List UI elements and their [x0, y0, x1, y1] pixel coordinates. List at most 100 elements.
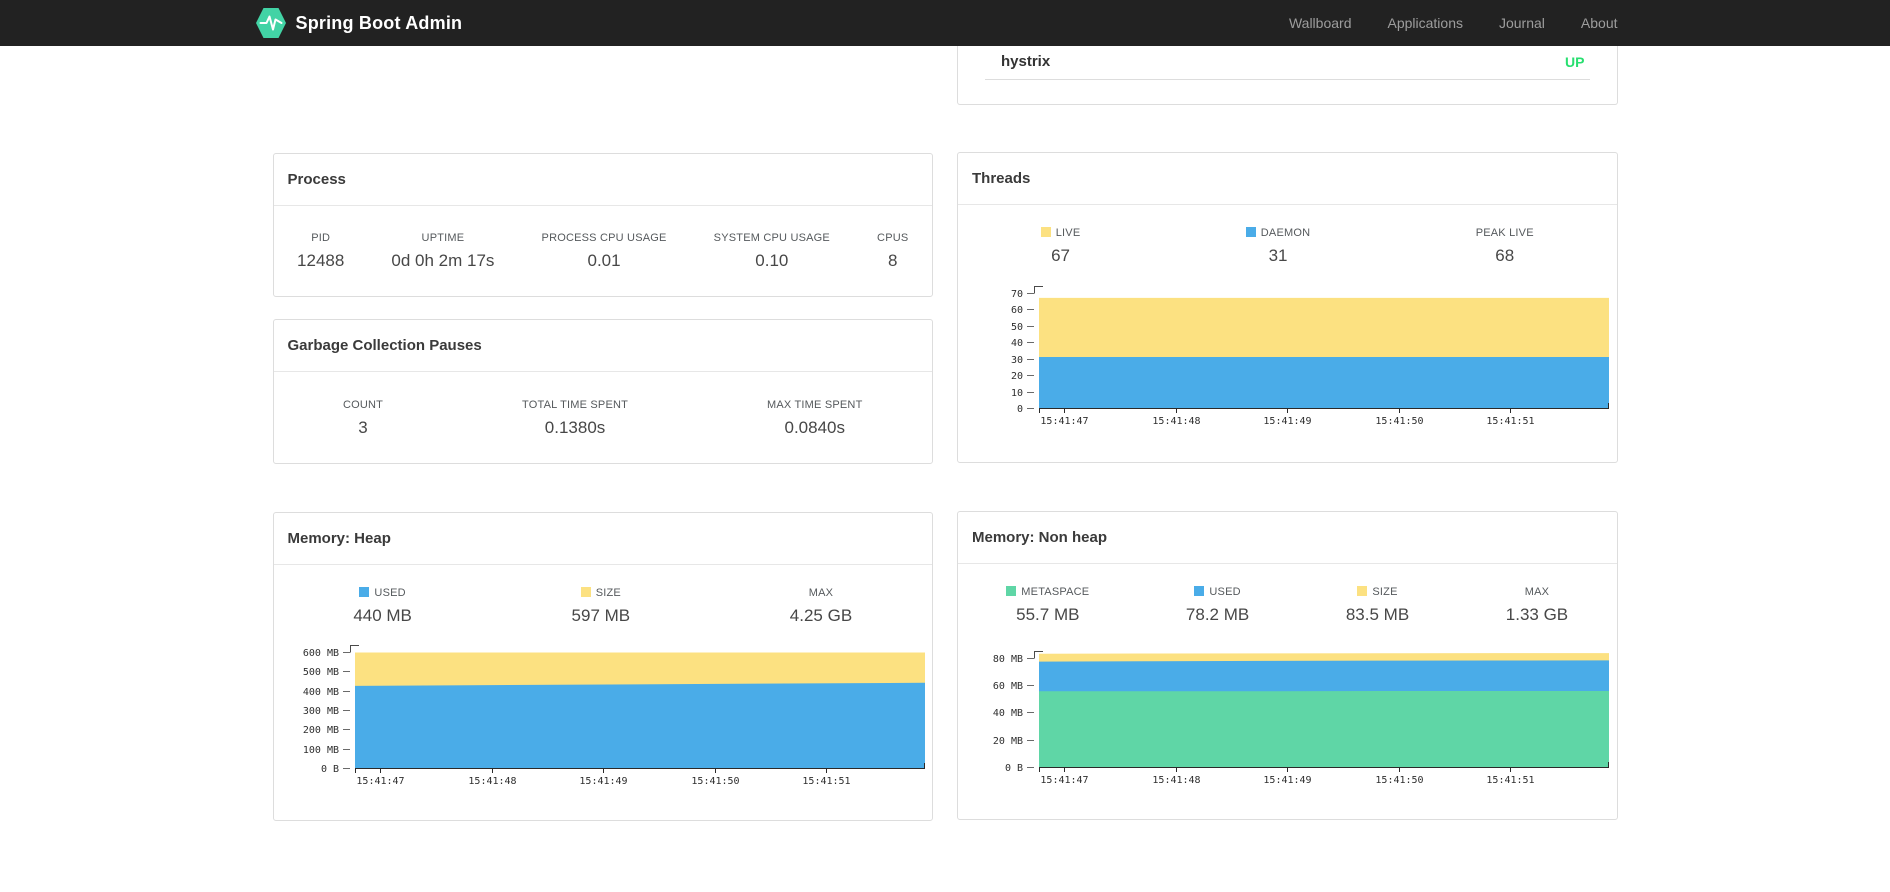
stat-cpus: CPUS 8 [877, 232, 908, 271]
stat-label: MAX TIME SPENT [767, 398, 863, 411]
legend-swatch-used [1194, 586, 1205, 596]
stat-label: CPUS [877, 232, 909, 244]
nav-item-about[interactable]: About [1581, 15, 1618, 31]
svg-text:20: 20 [1011, 371, 1023, 382]
stat-heap-size: SIZE 597 MB [571, 587, 631, 626]
gc-card-title: Garbage Collection Pauses [273, 320, 932, 372]
main-content: Process PID 12488 UPTIME 0d 0h 2m 17s PR… [272, 46, 1618, 821]
svg-text:15:41:48: 15:41:48 [1153, 775, 1201, 786]
threads-chart: 0 10 20 30 40 50 60 70 15:41:47 15:41:48 15:41:49 1… [1011, 286, 1610, 427]
stat-value: 3 [358, 417, 368, 437]
legend-swatch-used [359, 587, 370, 597]
stat-process-cpu: PROCESS CPU USAGE 0.01 [542, 232, 667, 271]
svg-text:0 B: 0 B [1005, 763, 1023, 774]
stat-value: 8 [888, 251, 898, 270]
stat-label: USED [353, 587, 412, 599]
svg-text:15:41:51: 15:41:51 [802, 776, 850, 787]
service-status-card: hystrix UP [957, 46, 1618, 105]
service-row[interactable]: hystrix UP [985, 46, 1590, 80]
legend-swatch-daemon [1245, 227, 1256, 237]
stat-uptime: UPTIME 0d 0h 2m 17s [391, 232, 494, 271]
svg-text:15:41:50: 15:41:50 [691, 776, 739, 787]
left-column: Process PID 12488 UPTIME 0d 0h 2m 17s PR… [272, 46, 933, 821]
svg-text:15:41:50: 15:41:50 [1376, 775, 1424, 786]
process-card-title: Process [273, 154, 932, 206]
svg-text:20 MB: 20 MB [993, 736, 1023, 747]
legend-swatch-live [1040, 227, 1051, 237]
service-name: hystrix [1001, 53, 1051, 70]
gc-stats: COUNT 3 TOTAL TIME SPENT 0.1380s MAX TIM… [274, 372, 933, 464]
svg-text:600 MB: 600 MB [303, 648, 339, 659]
stat-value: 597 MB [571, 606, 631, 625]
stat-label: MAX [808, 587, 834, 599]
stat-label: COUNT [342, 398, 384, 411]
svg-text:15:41:48: 15:41:48 [1153, 416, 1201, 427]
service-status-badge: UP [1565, 53, 1585, 70]
gc-card: Garbage Collection Pauses COUNT 3 TOTAL … [272, 319, 933, 464]
svg-text:500 MB: 500 MB [303, 667, 339, 678]
brand[interactable]: Spring Boot Admin [255, 7, 463, 39]
brand-label: Spring Boot Admin [295, 12, 463, 33]
memory-heap-card: Memory: Heap USED 440 MB SIZE 597 MB MAX [272, 512, 933, 821]
stat-value: 1.33 GB [1505, 605, 1569, 624]
memory-nonheap-card: Memory: Non heap METASPACE 55.7 MB USED … [957, 511, 1618, 820]
legend-swatch-size [580, 587, 591, 597]
stat-label: METASPACE [1006, 586, 1089, 598]
stat-value: 0.0840s [784, 417, 846, 437]
nav-item-journal[interactable]: Journal [1499, 15, 1545, 31]
memory-heap-chart: 0 B 100 MB 200 MB 300 MB 400 MB 500 MB 600 MB 1… [303, 645, 925, 787]
svg-text:400 MB: 400 MB [303, 687, 339, 698]
svg-text:15:41:49: 15:41:49 [1264, 416, 1312, 427]
nav-links: Wallboard Applications Journal About [1289, 15, 1618, 31]
navbar: Spring Boot Admin Wallboard Applications… [0, 0, 1890, 46]
stat-label: LIVE [1040, 227, 1081, 239]
svg-text:200 MB: 200 MB [303, 725, 339, 736]
svg-text:15:41:51: 15:41:51 [1487, 775, 1535, 786]
stat-gc-total-time: TOTAL TIME SPENT 0.1380s [522, 399, 628, 438]
stat-gc-max-time: MAX TIME SPENT 0.0840s [767, 399, 863, 438]
nav-item-applications[interactable]: Applications [1387, 15, 1463, 31]
stat-heap-used: USED 440 MB [353, 587, 412, 626]
memory-nonheap-card-title: Memory: Non heap [958, 512, 1617, 564]
svg-text:300 MB: 300 MB [303, 706, 339, 717]
memory-heap-card-title: Memory: Heap [273, 513, 932, 565]
stat-label: SIZE [1346, 586, 1409, 598]
stat-value: 31 [1268, 246, 1288, 265]
svg-text:15:41:51: 15:41:51 [1487, 416, 1535, 427]
stat-nonheap-size: SIZE 83.5 MB [1346, 586, 1409, 625]
svg-text:15:41:49: 15:41:49 [1264, 775, 1312, 786]
memory-heap-legend: USED 440 MB SIZE 597 MB MAX 4.25 GB [274, 565, 933, 636]
svg-text:80 MB: 80 MB [993, 654, 1023, 665]
stat-value: 0.10 [755, 251, 789, 270]
svg-text:60: 60 [1011, 305, 1023, 316]
nav-item-wallboard[interactable]: Wallboard [1289, 15, 1352, 31]
stat-label: PROCESS CPU USAGE [541, 232, 667, 244]
stat-threads-daemon: DAEMON 31 [1245, 227, 1310, 266]
stat-pid: PID 12488 [297, 232, 344, 271]
process-card: Process PID 12488 UPTIME 0d 0h 2m 17s PR… [272, 153, 933, 297]
stat-nonheap-used: USED 78.2 MB [1186, 586, 1249, 625]
svg-text:30: 30 [1011, 355, 1023, 366]
stat-system-cpu: SYSTEM CPU USAGE 0.10 [714, 232, 830, 271]
stat-label: TOTAL TIME SPENT [521, 398, 629, 411]
stat-value: 0.1380s [544, 417, 606, 437]
stat-value: 4.25 GB [789, 606, 853, 625]
svg-text:15:41:47: 15:41:47 [1041, 775, 1089, 786]
stat-value: 0.01 [587, 251, 621, 270]
svg-text:70: 70 [1011, 289, 1023, 300]
svg-text:15:41:50: 15:41:50 [1376, 416, 1424, 427]
stat-value: 12488 [297, 251, 345, 270]
stat-label: SYSTEM CPU USAGE [713, 232, 830, 244]
stat-value: 78.2 MB [1185, 605, 1250, 624]
stat-nonheap-max: MAX 1.33 GB [1506, 586, 1568, 625]
stat-label: SIZE [572, 587, 631, 599]
stat-nonheap-metaspace: METASPACE 55.7 MB [1006, 586, 1089, 625]
threads-legend: LIVE 67 DAEMON 31 PEAK LIVE 68 [958, 205, 1617, 276]
svg-text:100 MB: 100 MB [303, 745, 339, 756]
threads-card: Threads LIVE 67 DAEMON 31 PEAK LIVE 68 0… [957, 152, 1618, 463]
svg-text:0 B: 0 B [321, 764, 339, 775]
stat-value: 0d 0h 2m 17s [391, 251, 495, 270]
memory-nonheap-legend: METASPACE 55.7 MB USED 78.2 MB SIZE 83.5… [958, 564, 1617, 635]
stat-value: 440 MB [353, 606, 412, 625]
svg-text:40: 40 [1011, 338, 1023, 349]
